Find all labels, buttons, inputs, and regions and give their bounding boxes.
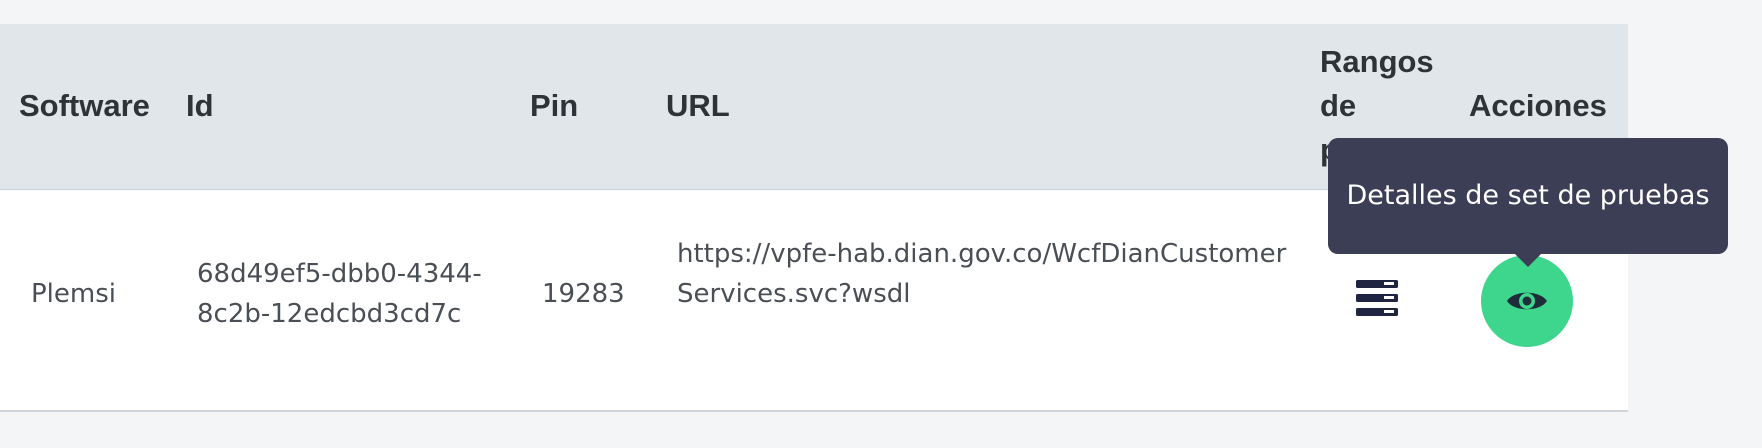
tooltip: Detalles de set de pruebas — [1328, 138, 1728, 254]
view-details-button[interactable] — [1481, 255, 1573, 347]
column-header-software[interactable]: Software — [19, 84, 150, 128]
rangos-button[interactable] — [1356, 280, 1398, 316]
eye-icon — [1507, 292, 1547, 310]
tooltip-arrow — [1513, 252, 1543, 267]
cell-id: 68d49ef5-dbb0-4344-8c2b-12edcbd3cd7c — [197, 259, 482, 329]
cell-software: Plemsi — [31, 279, 116, 309]
cell-pin: 19283 — [542, 279, 625, 309]
column-header-id[interactable]: Id — [186, 84, 214, 128]
server-list-icon — [1356, 280, 1398, 316]
cell-url: https://vpfe-hab.dian.gov.co/WcfDianCust… — [677, 239, 1287, 309]
column-header-acciones: Acciones — [1469, 88, 1607, 123]
column-header-pin[interactable]: Pin — [530, 84, 578, 128]
column-header-url[interactable]: URL — [666, 84, 730, 128]
